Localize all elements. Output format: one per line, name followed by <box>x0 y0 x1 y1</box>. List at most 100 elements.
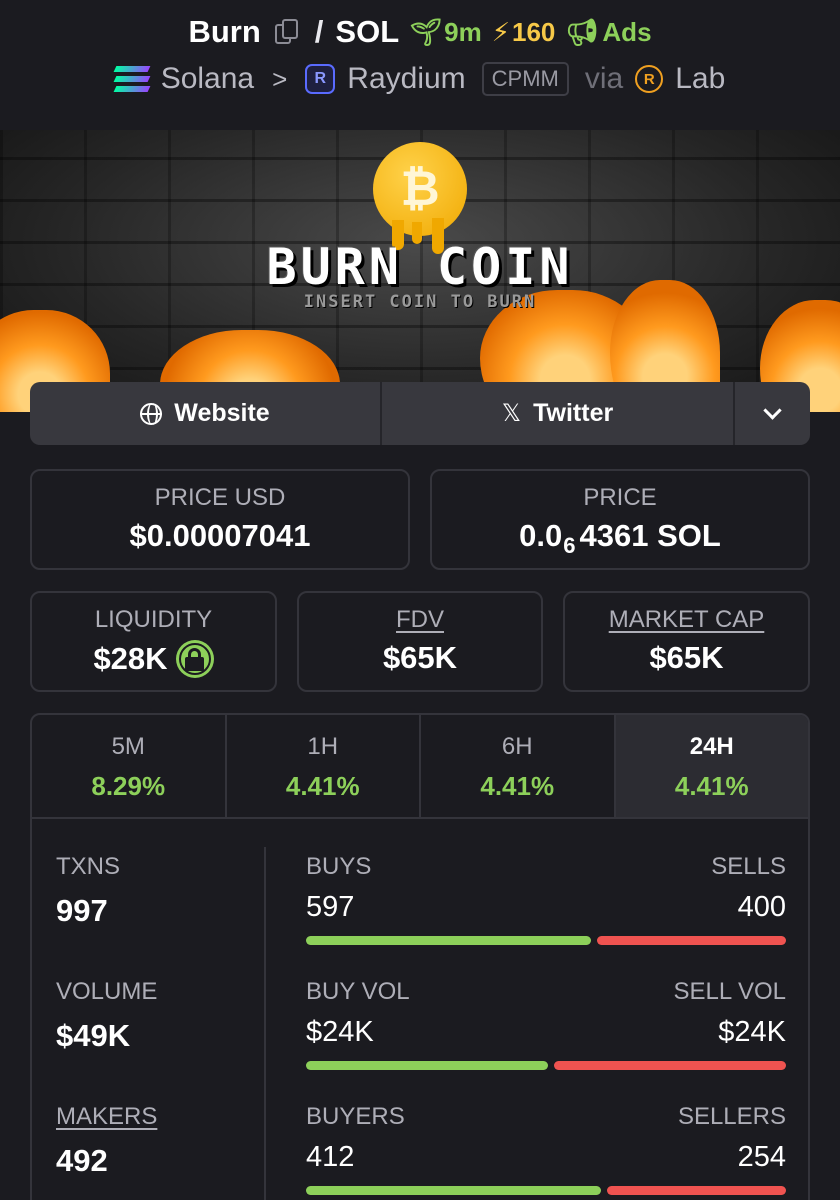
fdv-label[interactable]: FDV <box>299 606 541 634</box>
pool-type-tag: CPMM <box>481 62 569 96</box>
website-label: Website <box>174 399 270 427</box>
chain-link[interactable]: Solana <box>161 62 254 96</box>
tab-label: 5M <box>111 733 145 760</box>
lock-icon[interactable] <box>175 640 214 678</box>
pair-header: Burn / SOL 🌱︎ 9m ⚡︎ 160 📢︎ Ads Solana > … <box>0 0 840 130</box>
buy-bar <box>306 1186 601 1195</box>
pair-title-row: Burn / SOL 🌱︎ 9m ⚡︎ 160 📢︎ Ads <box>0 14 840 50</box>
price-change: 8.29% <box>91 771 166 801</box>
price-usd-label: PRICE USD <box>154 484 286 511</box>
buys-value: 597 <box>306 891 355 923</box>
buyers-sellers-stat: BUYERS SELLERS 412 254 <box>306 1103 786 1195</box>
website-button[interactable]: Website <box>30 382 382 445</box>
price-native-label: PRICE <box>583 484 657 511</box>
token-symbol: Burn <box>188 14 261 49</box>
txns-stat: TXNS 997 <box>56 853 120 929</box>
price-change: 4.41% <box>480 771 555 801</box>
price-usd-card: PRICE USD $0.00007041 <box>30 469 410 570</box>
buyers-label: BUYERS <box>306 1103 405 1130</box>
pair-age: 🌱︎ 9m <box>409 17 482 48</box>
makers-value: 492 <box>56 1143 108 1178</box>
raydium-icon: R <box>305 64 336 94</box>
price-native-card: PRICE 0.0 6 4361 SOL <box>430 469 810 570</box>
copy-icon[interactable] <box>274 19 299 45</box>
ads-label: Ads <box>602 16 652 47</box>
twitter-button[interactable]: 𝕏 Twitter <box>382 382 735 445</box>
market-cap-label[interactable]: MARKET CAP <box>565 606 808 634</box>
quote-symbol: SOL <box>335 14 400 49</box>
tab-6h[interactable]: 6H 4.41% <box>421 715 616 817</box>
social-links-bar: Website 𝕏 Twitter <box>30 382 810 445</box>
sell-vol-value: $24K <box>718 1016 786 1048</box>
buys-label: BUYS <box>306 853 372 880</box>
more-links-button[interactable] <box>735 382 810 445</box>
buy-vol-value: $24K <box>306 1016 374 1048</box>
twitter-label: Twitter <box>533 399 614 427</box>
txns-label: TXNS <box>56 853 121 880</box>
buy-bar <box>306 1061 548 1070</box>
price-change: 4.41% <box>285 771 360 801</box>
megaphone-icon: 📢︎ <box>565 16 599 47</box>
volume-label: VOLUME <box>56 978 158 1005</box>
price-native-value: 0.0 6 4361 SOL <box>432 518 808 558</box>
tab-1h[interactable]: 1H 4.41% <box>227 715 421 817</box>
sells-label: SELLS <box>711 853 786 880</box>
makers-stat: MAKERS 492 <box>56 1103 157 1179</box>
tab-label: 6H <box>501 733 533 760</box>
launchpad-link[interactable]: Lab <box>675 62 725 96</box>
pair-age-value: 9m <box>444 16 482 47</box>
boost-badge[interactable]: ⚡︎ 160 <box>492 17 556 48</box>
price-prefix: 0.0 <box>519 518 563 553</box>
fdv-card: FDV $65K <box>297 591 543 692</box>
buy-bar <box>306 936 591 945</box>
pair-separator: / <box>314 14 324 49</box>
tab-5m[interactable]: 5M 8.29% <box>32 715 227 817</box>
solana-icon <box>113 66 151 92</box>
ads-badge[interactable]: 📢︎ Ads <box>565 17 651 48</box>
price-change: 4.41% <box>674 771 749 801</box>
price-usd-value: $0.00007041 <box>129 518 311 553</box>
globe-icon <box>140 402 163 425</box>
timeframe-tabs: 5M 8.29% 1H 4.41% 6H 4.41% 24H 4.41% <box>32 715 808 819</box>
buys-sells-ratio-bar <box>306 936 786 945</box>
sells-value: 400 <box>737 891 786 923</box>
sell-bar <box>553 1061 786 1070</box>
sell-bar <box>606 1186 786 1195</box>
buy-sell-volume-stat: BUY VOL SELL VOL $24K $24K <box>306 978 786 1070</box>
volume-stat: VOLUME $49K <box>56 978 157 1054</box>
chevron-right-icon: > <box>272 63 288 94</box>
market-cap-value: $65K <box>649 640 724 675</box>
lightning-icon: ⚡︎ <box>491 16 510 47</box>
boost-count: 160 <box>512 16 556 47</box>
trading-stats-panel: 5M 8.29% 1H 4.41% 6H 4.41% 24H 4.41% TXN… <box>30 713 810 1200</box>
tab-24h[interactable]: 24H 4.41% <box>615 715 808 817</box>
volume-value: $49K <box>56 1018 131 1053</box>
txn-stats: TXNS 997 BUYS SELLS 597 400 VOLUME $49K BU… <box>32 819 808 1200</box>
stats-divider <box>264 847 266 1200</box>
liquidity-card: LIQUIDITY $28K <box>30 591 277 692</box>
sellers-value: 254 <box>737 1141 786 1173</box>
sell-vol-label: SELL VOL <box>673 978 786 1005</box>
chevron-down-icon <box>763 401 782 420</box>
breadcrumb: Solana > R Raydium CPMM via R Lab <box>0 62 840 96</box>
sell-bar <box>597 936 786 945</box>
banner-subtitle: INSERT COIN TO BURN <box>303 292 537 312</box>
liquidity-value: $28K <box>93 641 168 676</box>
via-label: via <box>584 62 624 95</box>
liquidity-value-row: $28K <box>32 640 275 678</box>
makers-ratio-bar <box>306 1186 786 1195</box>
token-banner: ₿ BURN COIN INSERT COIN TO BURN <box>0 130 840 412</box>
x-logo-icon: 𝕏 <box>501 400 522 427</box>
lab-icon: R <box>635 65 664 93</box>
txns-value: 997 <box>56 893 108 928</box>
buys-sells-stat: BUYS SELLS 597 400 <box>306 853 786 945</box>
liquidity-label: LIQUIDITY <box>94 606 213 633</box>
dex-link[interactable]: Raydium <box>347 62 465 96</box>
tab-label: 1H <box>307 733 339 760</box>
buyers-value: 412 <box>306 1141 355 1173</box>
price-digits: 4361 SOL <box>579 518 721 553</box>
tab-label: 24H <box>689 733 734 760</box>
makers-label[interactable]: MAKERS <box>56 1103 157 1131</box>
volume-ratio-bar <box>306 1061 786 1070</box>
banner-title: BURN COIN <box>266 238 574 296</box>
